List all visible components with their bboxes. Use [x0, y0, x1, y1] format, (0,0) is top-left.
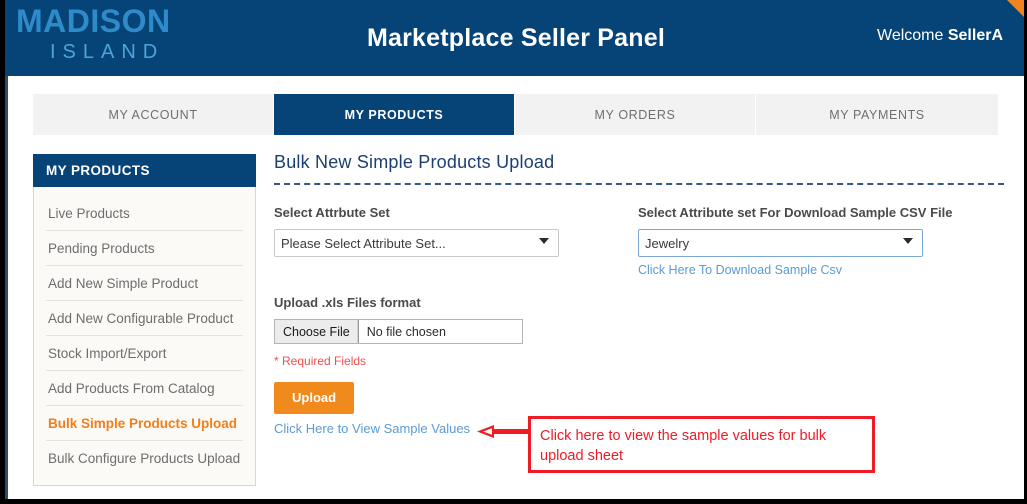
tab-my-payments[interactable]: MY PAYMENTS [756, 94, 998, 135]
download-sample-select-wrap: Jewelry [638, 229, 923, 257]
sidebar-item-add-new-simple-product[interactable]: Add New Simple Product [46, 266, 243, 301]
main-tabs: MY ACCOUNT MY PRODUCTS MY ORDERS MY PAYM… [33, 94, 998, 135]
sidebar-item-label: Bulk Simple Products Upload [48, 416, 238, 431]
sidebar-item-stock-import-export[interactable]: Stock Import/Export [46, 336, 243, 371]
view-sample-values-link[interactable]: Click Here to View Sample Values [274, 421, 470, 436]
choose-file-button[interactable]: Choose File [275, 320, 359, 343]
sidebar-heading: MY PRODUCTS [33, 154, 256, 187]
window-frame-bottom [0, 499, 1027, 504]
tab-my-account[interactable]: MY ACCOUNT [33, 94, 274, 135]
tab-my-account-label: MY ACCOUNT [108, 107, 198, 122]
sidebar-item-bulk-configure-products-upload[interactable]: Bulk Configure Products Upload [46, 441, 243, 475]
sidebar-item-label: Bulk Configure Products Upload [48, 451, 241, 466]
upload-file-label: Upload .xls Files format [274, 295, 421, 310]
welcome-username: SellerA [947, 27, 1003, 44]
file-upload-input[interactable]: Choose File No file chosen [274, 319, 523, 344]
chosen-file-name: No file chosen [366, 324, 446, 339]
sidebar-item-add-new-configurable-product[interactable]: Add New Configurable Product [46, 301, 243, 336]
main-content: Bulk New Simple Products Upload Select A… [274, 152, 1004, 414]
download-sample-label: Select Attribute set For Download Sample… [638, 205, 953, 220]
annotation-arrow-icon [477, 425, 529, 438]
annotation-text: Click here to view the sample values for… [540, 428, 827, 464]
sidebar-item-label: Add New Configurable Product [48, 311, 234, 326]
sidebar-item-live-products[interactable]: Live Products [46, 196, 243, 231]
tab-my-orders[interactable]: MY ORDERS [515, 94, 756, 135]
attribute-set-group: Select Attrbute Set Please Select Attrib… [274, 205, 564, 257]
download-sample-group: Select Attribute set For Download Sample… [638, 205, 998, 279]
tab-my-products-label: MY PRODUCTS [344, 107, 444, 122]
tab-my-products[interactable]: MY PRODUCTS [274, 94, 515, 135]
sidebar-item-add-products-from-catalog[interactable]: Add Products From Catalog [46, 371, 243, 406]
sidebar-item-label: Add Products From Catalog [48, 381, 215, 396]
required-fields-note: * Required Fields [274, 354, 367, 368]
sidebar-item-pending-products[interactable]: Pending Products [46, 231, 243, 266]
sidebar-item-label: Live Products [48, 206, 130, 221]
page-title: Bulk New Simple Products Upload [274, 152, 555, 172]
attribute-set-label: Select Attrbute Set [274, 205, 390, 220]
attribute-set-select-wrap: Please Select Attribute Set... [274, 229, 559, 257]
attribute-set-select[interactable]: Please Select Attribute Set... [274, 229, 559, 257]
welcome-message: Welcome SellerA [877, 27, 1003, 45]
seller-panel-screen: MADISON ISLAND Marketplace Seller Panel … [0, 0, 1027, 504]
tab-my-orders-label: MY ORDERS [594, 107, 676, 122]
sidebar-list: Live Products Pending Products Add New S… [34, 187, 255, 485]
annotation-callout-box: Click here to view the sample values for… [528, 416, 875, 473]
upload-row: Upload .xls Files format Choose File No … [274, 295, 1004, 414]
page-title-header: Marketplace Seller Panel [366, 24, 665, 52]
title-divider [274, 183, 1004, 185]
sidebar-item-label: Stock Import/Export [48, 346, 167, 361]
sidebar-item-label: Add New Simple Product [48, 276, 199, 291]
download-sample-csv-link[interactable]: Click Here To Download Sample Csv [638, 263, 842, 277]
sidebar-item-label: Pending Products [48, 241, 155, 256]
window-frame-left-inner [5, 76, 8, 504]
upload-button[interactable]: Upload [274, 382, 355, 414]
welcome-label: Welcome [877, 27, 944, 44]
page-header: MADISON ISLAND Marketplace Seller Panel … [5, 0, 1027, 76]
tab-my-payments-label: MY PAYMENTS [829, 107, 925, 122]
sidebar-item-bulk-simple-products-upload[interactable]: Bulk Simple Products Upload [46, 406, 243, 441]
sidebar: MY PRODUCTS Live Products Pending Produc… [33, 154, 256, 486]
attribute-set-row: Select Attrbute Set Please Select Attrib… [274, 205, 1004, 287]
download-sample-select[interactable]: Jewelry [638, 229, 923, 257]
